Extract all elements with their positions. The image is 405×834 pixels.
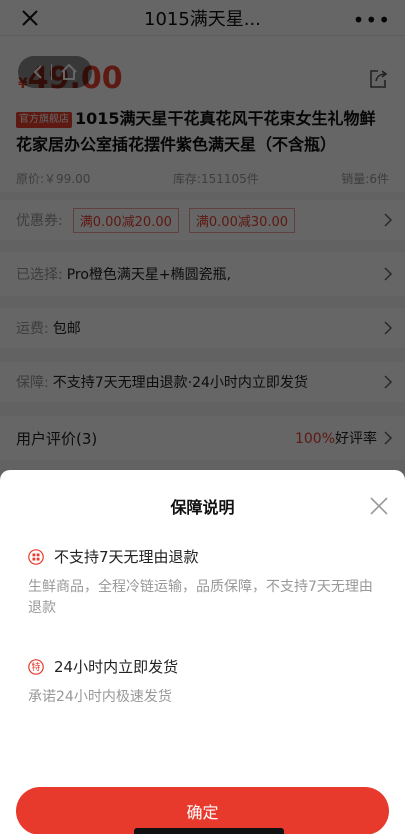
guarantee-item-title: 24小时内立即发货	[54, 658, 179, 676]
share-icon[interactable]	[367, 68, 389, 90]
guarantee-item: 不支持7天无理由退款 生鲜商品，全程冷链运输，品质保障，不支持7天无理由退款	[28, 546, 381, 619]
home-indicator	[134, 828, 284, 834]
guarantee-item-desc: 承诺24小时内极速发货	[28, 689, 172, 705]
chevron-right-icon	[384, 375, 393, 389]
special-tag-text: 特	[31, 661, 40, 673]
confirm-button[interactable]: 确定	[16, 787, 389, 834]
close-icon[interactable]	[369, 496, 389, 516]
guarantee-value: 不支持7天无理由退款·24小时内立即发货	[52, 375, 308, 391]
selected-value: Pro橙色满天星+椭圆瓷瓶,	[66, 267, 232, 283]
guarantee-item: 特 24小时内立即发货 承诺24小时内极速发货	[28, 656, 381, 708]
guarantee-item-head: 不支持7天无理由退款	[28, 546, 381, 567]
product-title: 官方旗舰店 1015满天星干花真花风干花束女生礼物鲜花家居办公室插花摆件紫色满天星…	[16, 106, 389, 158]
top-bar: 1015满天星... •••	[0, 0, 405, 36]
guarantee-sheet: 保障说明 不支持7天无理由退款 生鲜商品，全程冷链运输，品质保障，不支持7天无理…	[0, 470, 405, 834]
guarantee-row[interactable]: 保障: 不支持7天无理由退款·24小时内立即发货	[0, 362, 405, 402]
guarantee-item-head: 特 24小时内立即发货	[28, 656, 381, 677]
flagship-badge: 官方旗舰店	[16, 112, 72, 128]
special-tag-icon: 特	[28, 658, 44, 675]
guarantee-item-desc: 生鲜商品，全程冷链运输，品质保障，不支持7天无理由退款	[28, 579, 373, 616]
page-title: 1015满天星...	[144, 8, 261, 30]
chevron-right-icon	[384, 213, 393, 227]
selected-label: 已选择:	[16, 267, 63, 283]
no-return-icon	[28, 548, 44, 565]
sales: 销量:6件	[341, 172, 389, 186]
guarantee-label: 保障:	[16, 375, 49, 391]
sheet-title: 保障说明	[170, 498, 235, 517]
more-menu-icon[interactable]: •••	[353, 8, 391, 32]
positive-rate: 100%好评率	[295, 428, 377, 448]
reviews-label: 用户评价(3)	[16, 429, 98, 448]
shipping-value: 包邮	[52, 321, 81, 337]
reviews-row[interactable]: 用户评价(3) 100%好评率	[0, 416, 405, 460]
shipping-label: 运费:	[16, 321, 49, 337]
chevron-right-icon	[384, 431, 393, 445]
guarantee-item-title: 不支持7天无理由退款	[54, 548, 199, 566]
product-hero: ¥49.00	[0, 36, 405, 100]
positive-rate-label: 好评率	[335, 431, 377, 447]
back-home-capsule	[18, 56, 92, 88]
close-icon[interactable]	[18, 6, 42, 30]
chevron-right-icon	[384, 321, 393, 335]
product-info: 官方旗舰店 1015满天星干花真花风干花束女生礼物鲜花家居办公室插花摆件紫色满天星…	[0, 100, 405, 192]
positive-rate-percent: 100%	[294, 431, 335, 447]
coupon-tag[interactable]: 满0.00减20.00	[72, 207, 179, 233]
home-icon[interactable]	[60, 63, 78, 81]
original-price: 原价:￥99.00	[16, 172, 91, 186]
stock: 库存:151105件	[172, 172, 259, 186]
coupon-label: 优惠券:	[16, 213, 63, 229]
product-meta: 原价:￥99.00 库存:151105件 销量:6件	[16, 170, 389, 187]
selected-row[interactable]: 已选择: Pro橙色满天星+椭圆瓷瓶,	[0, 252, 405, 296]
coupon-row[interactable]: 优惠券: 满0.00减20.00 满0.00减30.00	[0, 200, 405, 240]
capsule-divider	[51, 64, 53, 80]
chevron-right-icon	[384, 267, 393, 281]
back-icon[interactable]	[32, 64, 44, 80]
shipping-row[interactable]: 运费: 包邮	[0, 308, 405, 348]
coupon-tag[interactable]: 满0.00减30.00	[188, 207, 296, 233]
